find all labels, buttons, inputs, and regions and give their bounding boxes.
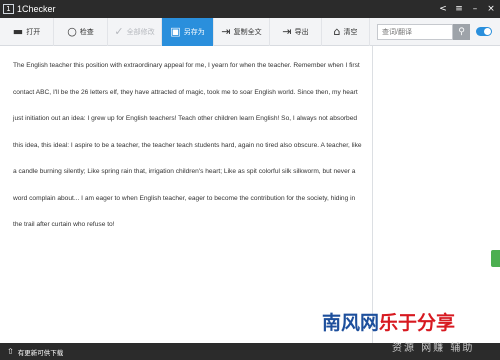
share-icon[interactable]: < bbox=[438, 4, 448, 14]
close-icon[interactable]: × bbox=[486, 4, 496, 14]
status-bar: ⇧ 有更新可供下载 bbox=[0, 343, 500, 360]
clear-icon: ⌂ bbox=[333, 25, 341, 38]
search-button[interactable]: ⚲ bbox=[453, 24, 470, 40]
text-editor[interactable]: The English teacher this position with e… bbox=[0, 46, 373, 343]
window-controls: < ≡ – × bbox=[438, 0, 496, 18]
search-icon: ○ bbox=[67, 25, 77, 38]
minimize-icon[interactable]: – bbox=[470, 4, 480, 14]
update-available-link[interactable]: 有更新可供下载 bbox=[18, 347, 64, 357]
open-button[interactable]: ▬ 打开 bbox=[0, 17, 54, 46]
copy-all-button[interactable]: ⇥ 复制全文 bbox=[214, 17, 270, 46]
check-button[interactable]: ○ 检查 bbox=[54, 17, 108, 46]
check-all-icon: ✓ bbox=[114, 25, 124, 38]
clear-button[interactable]: ⌂ 清空 bbox=[322, 17, 370, 46]
clear-button-label: 清空 bbox=[343, 28, 358, 36]
title-bar: 1 1Checker < ≡ – × bbox=[0, 0, 500, 18]
check-button-label: 检查 bbox=[79, 28, 94, 36]
export-icon: ⇥ bbox=[282, 25, 292, 38]
save-as-button-label: 另存为 bbox=[183, 28, 205, 36]
copy-all-button-label: 复制全文 bbox=[233, 28, 262, 36]
save-as-button[interactable]: ▣ 另存为 bbox=[162, 17, 214, 46]
fix-all-button-label: 全部修改 bbox=[126, 28, 155, 36]
magnifier-icon: ⚲ bbox=[458, 27, 465, 37]
open-button-label: 打开 bbox=[26, 28, 41, 36]
panel-toggle[interactable] bbox=[476, 27, 492, 36]
fix-all-button[interactable]: ✓ 全部修改 bbox=[108, 17, 162, 46]
lookup-search: ⚲ bbox=[377, 24, 470, 40]
save-as-icon: ▣ bbox=[170, 25, 181, 38]
folder-icon: ▬ bbox=[12, 25, 24, 38]
update-icon: ⇧ bbox=[7, 347, 14, 356]
export-button-label: 导出 bbox=[294, 28, 309, 36]
document-text: The English teacher this position with e… bbox=[13, 62, 362, 228]
suggestion-panel bbox=[374, 46, 500, 343]
copy-text-icon: ⇥ bbox=[221, 25, 231, 38]
side-handle[interactable] bbox=[491, 250, 500, 267]
export-button[interactable]: ⇥ 导出 bbox=[270, 17, 322, 46]
app-title: 1Checker bbox=[17, 4, 56, 14]
menu-icon[interactable]: ≡ bbox=[454, 4, 464, 14]
app-logo-icon: 1 bbox=[3, 4, 14, 14]
lookup-input[interactable] bbox=[377, 24, 453, 40]
